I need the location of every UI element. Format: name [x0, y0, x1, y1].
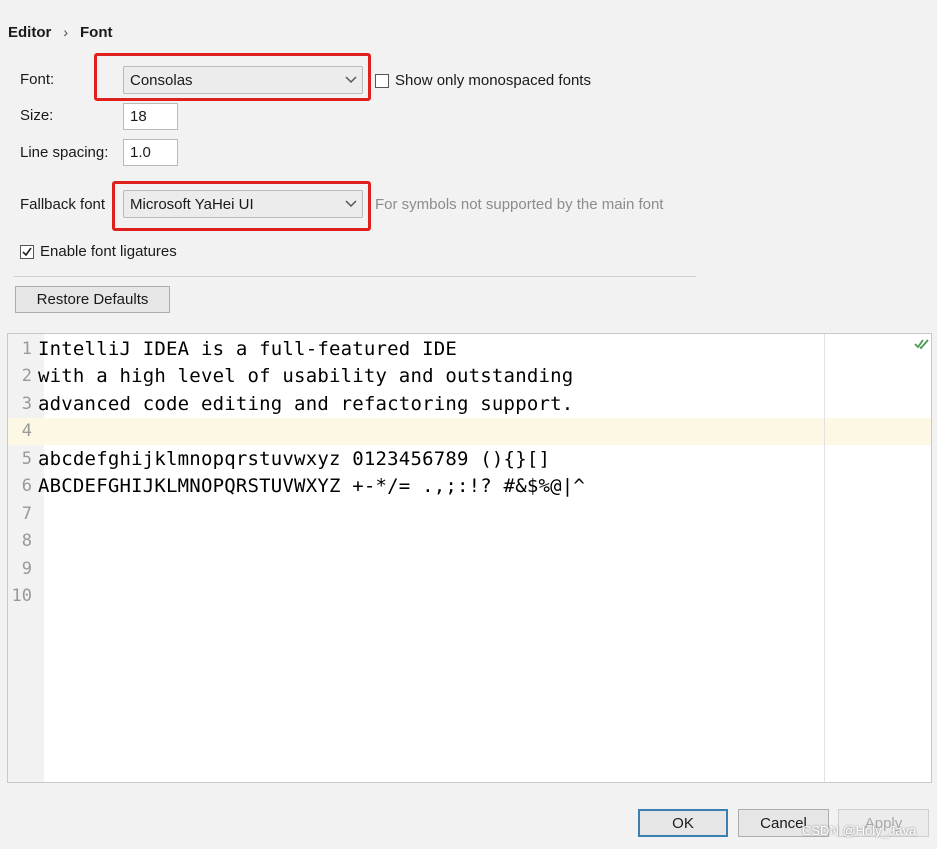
chevron-down-icon — [340, 191, 362, 217]
checkmark-icon — [22, 247, 32, 256]
monospaced-checkbox-row[interactable]: Show only monospaced fonts — [375, 72, 591, 89]
monospaced-checkbox[interactable] — [375, 73, 389, 88]
preview-line: 7 — [8, 500, 931, 528]
line-number: 4 — [21, 421, 32, 442]
font-select-value: Consolas — [130, 71, 193, 89]
preview-line: 9 — [8, 555, 931, 583]
breadcrumb-separator: › — [63, 24, 69, 40]
preview-line-current: 4 — [8, 417, 931, 445]
line-number: 3 — [21, 393, 32, 414]
ok-button[interactable]: OK — [638, 809, 728, 837]
preview-line: 3 advanced code editing and refactoring … — [8, 390, 931, 418]
ligatures-label: Enable font ligatures — [40, 243, 177, 260]
watermark: CSDN @Holy_Java — [802, 823, 917, 838]
line-spacing-label: Line spacing: — [20, 144, 109, 161]
restore-defaults-button[interactable]: Restore Defaults — [15, 286, 170, 313]
right-margin-guide — [824, 334, 825, 782]
line-number: 7 — [21, 503, 32, 524]
ligatures-checkbox[interactable] — [20, 244, 34, 259]
preview-line: 10 — [8, 583, 931, 611]
line-text: advanced code editing and refactoring su… — [38, 392, 574, 415]
line-text: ABCDEFGHIJKLMNOPQRSTUVWXYZ +-*/= .,;:!? … — [38, 475, 586, 498]
fallback-font-select[interactable]: Microsoft YaHei UI — [123, 190, 363, 218]
preview-line: 1 IntelliJ IDEA is a full-featured IDE — [8, 335, 931, 363]
section-divider — [14, 276, 696, 277]
preview-line: 8 — [8, 528, 931, 556]
line-number: 8 — [21, 531, 32, 552]
preview-line: 6 ABCDEFGHIJKLMNOPQRSTUVWXYZ +-*/= .,;:!… — [8, 473, 931, 501]
preview-line: 2 with a high level of usability and out… — [8, 363, 931, 391]
fallback-font-value: Microsoft YaHei UI — [130, 195, 254, 213]
line-number: 5 — [21, 448, 32, 469]
size-label: Size: — [20, 107, 54, 124]
font-label: Font: — [20, 71, 55, 88]
line-number: 9 — [21, 558, 32, 579]
line-number: 2 — [21, 366, 32, 387]
chevron-down-icon — [340, 67, 362, 93]
ligatures-checkbox-row[interactable]: Enable font ligatures — [20, 243, 177, 260]
breadcrumb-font: Font — [80, 23, 113, 41]
preview-line: 5 abcdefghijklmnopqrstuvwxyz 0123456789 … — [8, 445, 931, 473]
line-text: with a high level of usability and outst… — [38, 365, 574, 388]
line-spacing-input[interactable]: 1.0 — [123, 139, 178, 166]
line-number: 1 — [21, 338, 32, 359]
breadcrumb-editor[interactable]: Editor — [8, 24, 51, 41]
fallback-font-hint: For symbols not supported by the main fo… — [375, 196, 664, 213]
font-select[interactable]: Consolas — [123, 66, 363, 94]
breadcrumb: Editor › Font — [8, 22, 113, 42]
monospaced-label: Show only monospaced fonts — [395, 72, 591, 89]
line-number: 6 — [21, 476, 32, 497]
line-text: abcdefghijklmnopqrstuvwxyz 0123456789 ()… — [38, 447, 551, 470]
line-number: 10 — [11, 586, 32, 607]
fallback-font-label: Fallback font — [20, 196, 106, 213]
line-text: IntelliJ IDEA is a full-featured IDE — [38, 337, 458, 360]
font-preview-editor[interactable]: 1 IntelliJ IDEA is a full-featured IDE 2… — [7, 333, 932, 783]
size-input[interactable]: 18 — [123, 103, 178, 130]
double-check-icon[interactable] — [914, 337, 930, 356]
